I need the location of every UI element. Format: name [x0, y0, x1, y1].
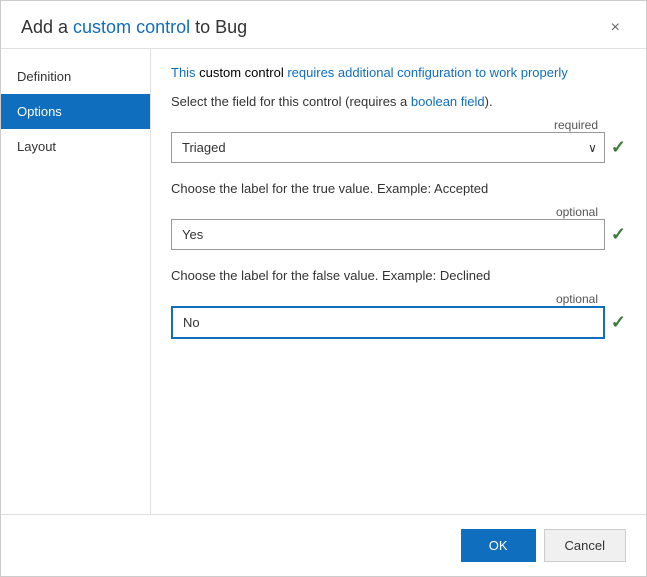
- dialog-body: Definition Options Layout This custom co…: [1, 48, 646, 514]
- title-suffix: to Bug: [190, 17, 247, 37]
- false-label-hint: Choose the label for the false value. Ex…: [171, 268, 626, 283]
- cancel-button[interactable]: Cancel: [544, 529, 626, 562]
- true-optional-label: optional: [556, 205, 598, 219]
- field-select-row: Triaged ∨ ✓: [171, 132, 626, 163]
- sidebar: Definition Options Layout: [1, 49, 151, 514]
- required-label-container: required: [171, 117, 626, 132]
- field-select-label-text2: ).: [485, 94, 493, 109]
- field-select-section: Select the field for this control (requi…: [171, 94, 626, 167]
- false-optional-label: optional: [556, 292, 598, 306]
- true-label-check-icon: ✓: [611, 224, 626, 245]
- sidebar-item-options-label: Options: [17, 104, 62, 119]
- info-text-this: This: [171, 65, 196, 80]
- dialog-title: Add a custom control to Bug: [21, 17, 247, 38]
- info-text-rest: custom control: [196, 65, 288, 80]
- field-select-check-icon: ✓: [611, 137, 626, 158]
- field-select-label-text1: Select the field for this control (requi…: [171, 94, 411, 109]
- false-label-row: ✓: [171, 306, 626, 339]
- sidebar-item-definition-label: Definition: [17, 69, 71, 84]
- field-select-label-boolean: boolean field: [411, 94, 485, 109]
- title-highlight: custom control: [73, 17, 190, 37]
- true-label-row: ✓: [171, 219, 626, 250]
- true-label-section: Choose the label for the true value. Exa…: [171, 181, 626, 254]
- dialog: Add a custom control to Bug × Definition…: [0, 0, 647, 577]
- sidebar-item-options[interactable]: Options: [1, 94, 150, 129]
- ok-button[interactable]: OK: [461, 529, 536, 562]
- true-label-hint: Choose the label for the true value. Exa…: [171, 181, 626, 196]
- true-optional-label-container: optional: [171, 204, 626, 219]
- close-button[interactable]: ×: [605, 18, 626, 38]
- sidebar-item-definition[interactable]: Definition: [1, 59, 150, 94]
- field-select[interactable]: Triaged: [171, 132, 605, 163]
- title-bar: Add a custom control to Bug ×: [1, 1, 646, 48]
- false-label-section: Choose the label for the false value. Ex…: [171, 268, 626, 343]
- sidebar-item-layout[interactable]: Layout: [1, 129, 150, 164]
- dialog-footer: OK Cancel: [1, 514, 646, 576]
- false-label-check-icon: ✓: [611, 312, 626, 333]
- sidebar-item-layout-label: Layout: [17, 139, 56, 154]
- false-optional-label-container: optional: [171, 291, 626, 306]
- false-label-input[interactable]: [171, 306, 605, 339]
- main-content: This custom control requires additional …: [151, 49, 646, 514]
- required-label: required: [554, 118, 598, 132]
- info-text-requires: requires additional configuration to wor…: [287, 65, 567, 80]
- title-prefix: Add a: [21, 17, 73, 37]
- true-label-input[interactable]: [171, 219, 605, 250]
- info-text: This custom control requires additional …: [171, 65, 626, 80]
- field-select-label: Select the field for this control (requi…: [171, 94, 626, 109]
- field-select-wrapper: Triaged ∨: [171, 132, 605, 163]
